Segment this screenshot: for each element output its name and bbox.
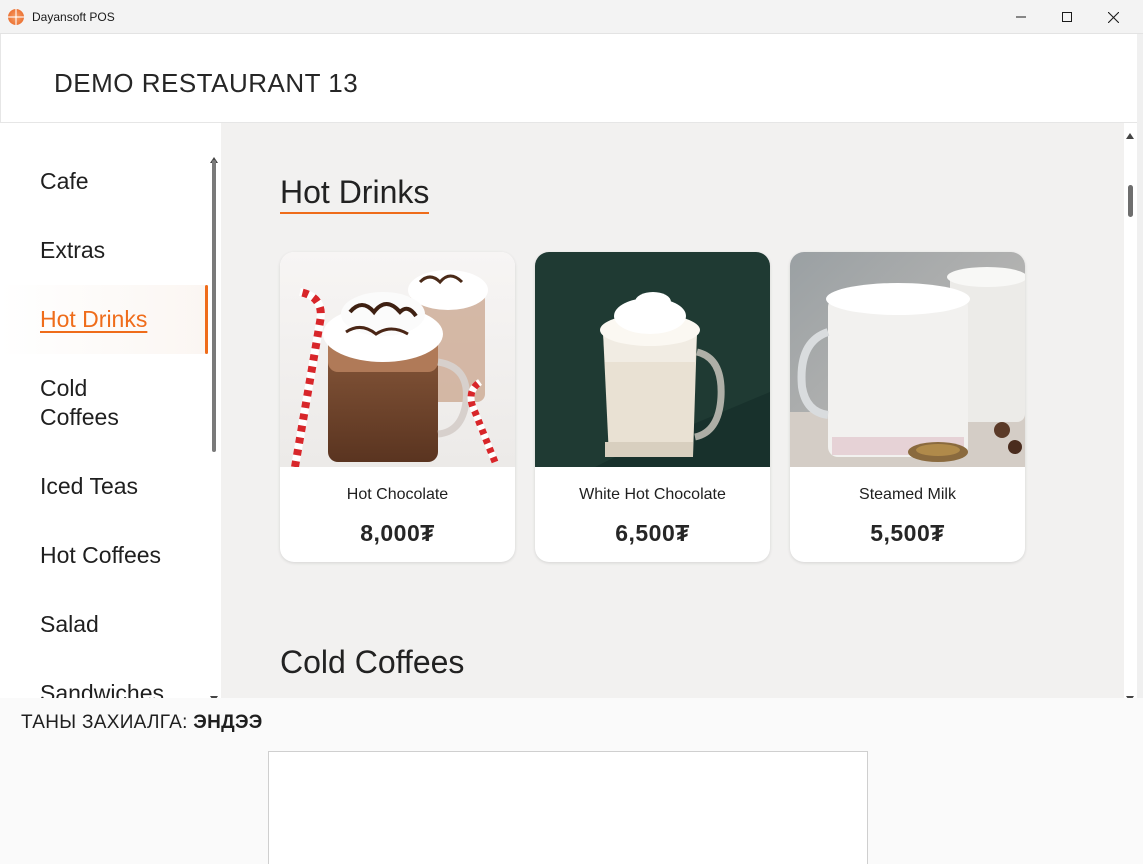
sidebar-item-cafe[interactable]: Cafe — [0, 147, 208, 216]
product-card-white-hot-chocolate[interactable]: White Hot Chocolate 6,500₮ — [535, 252, 770, 562]
close-icon — [1107, 11, 1119, 23]
restaurant-name: DEMO RESTAURANT 13 — [54, 68, 359, 98]
minimize-button[interactable] — [998, 0, 1044, 34]
section-title-cold-coffees: Cold Coffees — [280, 644, 465, 680]
maximize-button[interactable] — [1044, 0, 1090, 34]
order-label: ТАНЫ ЗАХИАЛГА: — [21, 712, 188, 733]
sidebar-scrollbar-thumb[interactable] — [212, 160, 216, 452]
sidebar-item-hot-drinks[interactable]: Hot Drinks — [0, 285, 208, 354]
order-items-box[interactable] — [268, 751, 868, 864]
content-scroll-up-icon[interactable] — [1126, 126, 1134, 144]
restaurant-header: DEMO RESTAURANT 13 — [0, 34, 1137, 123]
sidebar-item-cold-coffees[interactable]: Cold Coffees — [0, 354, 208, 452]
product-name: Steamed Milk — [859, 486, 956, 503]
window-title: Dayansoft POS — [32, 10, 115, 24]
sidebar-item-label: Iced Teas — [40, 473, 139, 499]
sidebar-item-label: Hot Coffees — [40, 542, 162, 568]
section-title-hot-drinks: Hot Drinks — [280, 172, 430, 214]
sidebar-item-label: Cafe — [40, 168, 89, 194]
sidebar-item-hot-coffees[interactable]: Hot Coffees — [0, 521, 208, 590]
hot-chocolate-photo — [280, 252, 515, 467]
sidebar-item-label: Hot Drinks — [40, 306, 148, 332]
minimize-icon — [1016, 16, 1026, 18]
sidebar-item-label: Salad — [40, 611, 99, 637]
sidebar-item-label: Extras — [40, 237, 106, 263]
sidebar-item-sandwiches[interactable]: Sandwiches — [0, 659, 208, 698]
window-titlebar: Dayansoft POS — [0, 0, 1143, 34]
sidebar-item-label: Cold Coffees — [40, 375, 119, 430]
sidebar-item-iced-teas[interactable]: Iced Teas — [0, 452, 208, 521]
sidebar-item-extras[interactable]: Extras — [0, 216, 208, 285]
sidebar-item-label: Sandwiches — [40, 680, 165, 698]
category-sidebar: Cafe Extras Hot Drinks Cold Coffees Iced… — [0, 123, 221, 698]
sidebar-item-salad[interactable]: Salad — [0, 590, 208, 659]
product-price: 6,500₮ — [615, 520, 690, 546]
product-name: White Hot Chocolate — [579, 486, 726, 503]
product-card-hot-chocolate[interactable]: Hot Chocolate 8,000₮ — [280, 252, 515, 562]
product-name: Hot Chocolate — [346, 486, 449, 503]
order-panel: ТАНЫ ЗАХИАЛГА: ЭНДЭЭ — [0, 698, 1143, 864]
product-price: 5,500₮ — [870, 520, 945, 546]
steamed-milk-photo — [790, 252, 1025, 467]
product-price: 8,000₮ — [360, 520, 435, 546]
app-logo-icon — [8, 9, 24, 25]
product-content: Hot Drinks Hot Chocolate 8,000₮ White Ho… — [221, 123, 1124, 698]
product-card-steamed-milk[interactable]: Steamed Milk 5,500₮ — [790, 252, 1025, 562]
close-button[interactable] — [1090, 0, 1136, 34]
order-table-name: ЭНДЭЭ — [193, 712, 263, 733]
order-heading: ТАНЫ ЗАХИАЛГА: ЭНДЭЭ — [21, 712, 263, 734]
white-hot-chocolate-photo — [535, 252, 770, 467]
maximize-icon — [1062, 12, 1072, 22]
content-scrollbar-thumb[interactable] — [1128, 185, 1133, 217]
